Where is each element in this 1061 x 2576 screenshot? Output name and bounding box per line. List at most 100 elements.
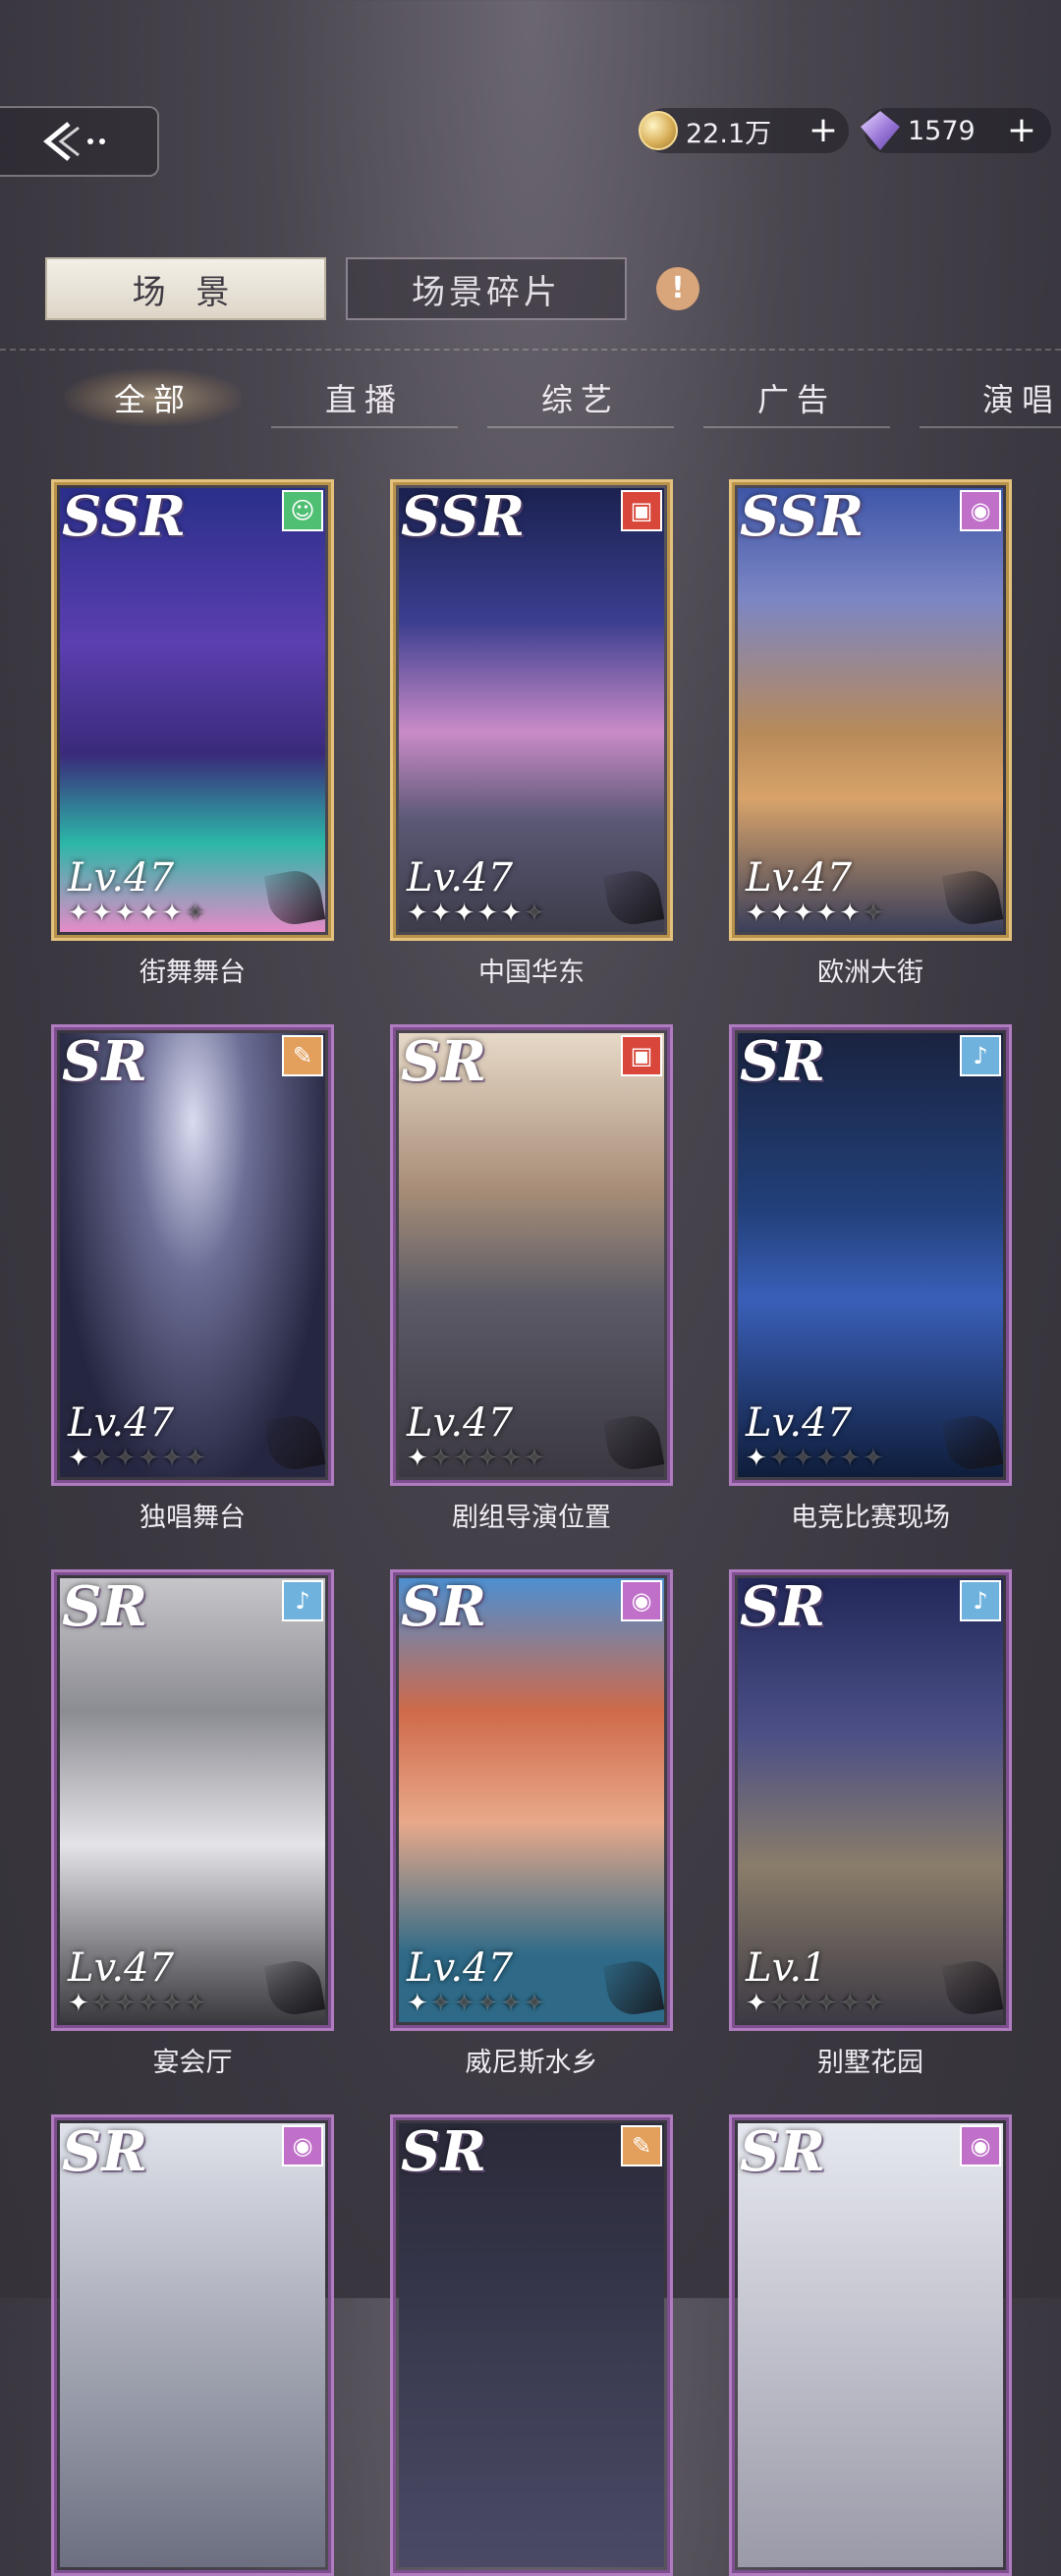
coin-icon (639, 111, 678, 150)
star-filled-icon: ✦ (68, 899, 91, 928)
back-button[interactable] (0, 106, 159, 177)
level-label: Lv.47 (407, 855, 514, 901)
tab-scenes[interactable]: 场 景 (45, 257, 326, 320)
mic-icon: ✎ (621, 2125, 662, 2166)
rarity-label: SSR (62, 484, 187, 549)
scene-card[interactable]: SR ◉ Lv.47 ✦✦✦✦✦✦ (390, 1569, 673, 2031)
scene-card[interactable]: SSR ☺ Lv.47 ✦✦✦✦✦✦ (51, 479, 334, 941)
filter-concert[interactable]: 演唱 (920, 369, 1061, 428)
scene-card[interactable]: SR ◉ (729, 2114, 1012, 2576)
scene-card[interactable]: SR ♪ Lv.47 ✦✦✦✦✦✦ (51, 1569, 334, 2031)
star-empty-icon: ✦ (792, 1989, 816, 2018)
star-rating: ✦✦✦✦✦✦ (746, 1989, 886, 2018)
star-empty-icon: ✦ (768, 1989, 793, 2018)
star-empty-icon: ✦ (839, 1444, 863, 1473)
scene-card[interactable]: SR ✎ Lv.47 ✦✦✦✦✦✦ (51, 1024, 334, 1486)
mic2-icon: ♪ (960, 1035, 1001, 1076)
scene-card[interactable]: SR ♪ Lv.1 ✦✦✦✦✦✦ (729, 1569, 1012, 2031)
star-empty-icon: ✦ (476, 1444, 501, 1473)
mic-icon: ✎ (282, 1035, 323, 1076)
mic2-icon: ♪ (282, 1580, 323, 1621)
star-empty-icon: ✦ (862, 1444, 886, 1473)
star-empty-icon: ✦ (138, 1989, 162, 2018)
lens-icon: ◉ (960, 490, 1001, 531)
rarity-label: SR (740, 2119, 825, 2184)
filter-live[interactable]: 直播 (271, 369, 458, 428)
filter-all[interactable]: 全部 (65, 369, 242, 426)
lens-icon: ◉ (960, 2125, 1001, 2166)
star-empty-icon: ✦ (523, 1989, 547, 2018)
filter-ads[interactable]: 广告 (703, 369, 890, 428)
rarity-label: SR (62, 1574, 147, 1639)
star-filled-icon: ✦ (68, 1989, 91, 2018)
tab-scene-fragments[interactable]: 场景碎片 (346, 257, 627, 320)
star-filled-icon: ✦ (161, 899, 185, 928)
star-rating: ✦✦✦✦✦✦ (68, 899, 208, 928)
star-filled-icon: ✦ (792, 899, 816, 928)
star-empty-icon: ✦ (90, 1989, 115, 2018)
star-empty-icon: ✦ (476, 1989, 501, 2018)
star-empty-icon: ✦ (792, 1444, 816, 1473)
info-icon[interactable]: ! (656, 267, 699, 310)
add-gem-button[interactable]: + (1002, 111, 1041, 150)
level-label: Lv.47 (407, 1400, 514, 1446)
level-label: Lv.47 (746, 1400, 853, 1446)
star-filled-icon: ✦ (407, 1989, 430, 2018)
scene-card[interactable]: SR ✎ (390, 2114, 673, 2576)
scene-card[interactable]: SR ♪ Lv.47 ✦✦✦✦✦✦ (729, 1024, 1012, 1486)
star-empty-icon: ✦ (500, 1989, 524, 2018)
star-filled-icon: ✦ (429, 899, 454, 928)
coin-counter: 22.1万 + (639, 108, 849, 153)
level-label: Lv.47 (746, 855, 853, 901)
rarity-label: SR (62, 1029, 147, 1094)
level-label: Lv.47 (407, 1946, 514, 1991)
mic2-icon: ♪ (960, 1580, 1001, 1621)
scene-name: 中国华东 (478, 958, 585, 988)
star-rating: ✦✦✦✦✦✦ (746, 899, 886, 928)
level-label: Lv.47 (68, 855, 175, 901)
star-empty-icon: ✦ (839, 1989, 863, 2018)
star-empty-icon: ✦ (429, 1444, 454, 1473)
star-filled-icon: ✦ (815, 899, 840, 928)
rarity-label: SSR (401, 484, 526, 549)
filter-variety[interactable]: 综艺 (487, 369, 674, 428)
rarity-label: SR (62, 2119, 147, 2184)
star-empty-icon: ✦ (161, 1989, 185, 2018)
star-empty-icon: ✦ (815, 1444, 840, 1473)
divider (0, 349, 1061, 351)
star-empty-icon: ✦ (114, 1989, 139, 2018)
star-empty-icon: ✦ (184, 1989, 208, 2018)
star-empty-icon: ✦ (862, 899, 886, 928)
level-label: Lv.1 (746, 1946, 827, 1991)
scene-artwork (60, 2123, 325, 2567)
star-filled-icon: ✦ (500, 899, 524, 928)
lens-icon: ◉ (621, 1580, 662, 1621)
scene-card[interactable]: SR ▣ Lv.47 ✦✦✦✦✦✦ (390, 1024, 673, 1486)
level-label: Lv.47 (68, 1946, 175, 1991)
star-filled-icon: ✦ (768, 899, 793, 928)
star-filled-icon: ✦ (68, 1444, 91, 1473)
star-rating: ✦✦✦✦✦✦ (407, 1989, 547, 2018)
level-label: Lv.47 (68, 1400, 175, 1446)
star-empty-icon: ✦ (523, 1444, 547, 1473)
star-empty-icon: ✦ (453, 1444, 477, 1473)
star-empty-icon: ✦ (184, 1444, 208, 1473)
star-filled-icon: ✦ (839, 899, 863, 928)
add-coin-button[interactable]: + (804, 111, 843, 150)
star-empty-icon: ✦ (114, 1444, 139, 1473)
scene-name: 宴会厅 (152, 2048, 233, 2078)
scene-name: 欧洲大街 (817, 958, 923, 988)
scene-card[interactable]: SR ◉ (51, 2114, 334, 2576)
star-filled-icon: ✦ (746, 1444, 769, 1473)
star-empty-icon: ✦ (138, 1444, 162, 1473)
rarity-label: SR (401, 1029, 486, 1094)
scene-card[interactable]: SSR ▣ Lv.47 ✦✦✦✦✦✦ (390, 479, 673, 941)
star-empty-icon: ✦ (184, 899, 208, 928)
scene-name: 别墅花园 (817, 2048, 923, 2078)
gem-counter: 1579 + (861, 108, 1051, 153)
star-filled-icon: ✦ (453, 899, 477, 928)
star-filled-icon: ✦ (114, 899, 139, 928)
back-arrow-icon (43, 122, 105, 161)
star-filled-icon: ✦ (476, 899, 501, 928)
scene-card[interactable]: SSR ◉ Lv.47 ✦✦✦✦✦✦ (729, 479, 1012, 941)
